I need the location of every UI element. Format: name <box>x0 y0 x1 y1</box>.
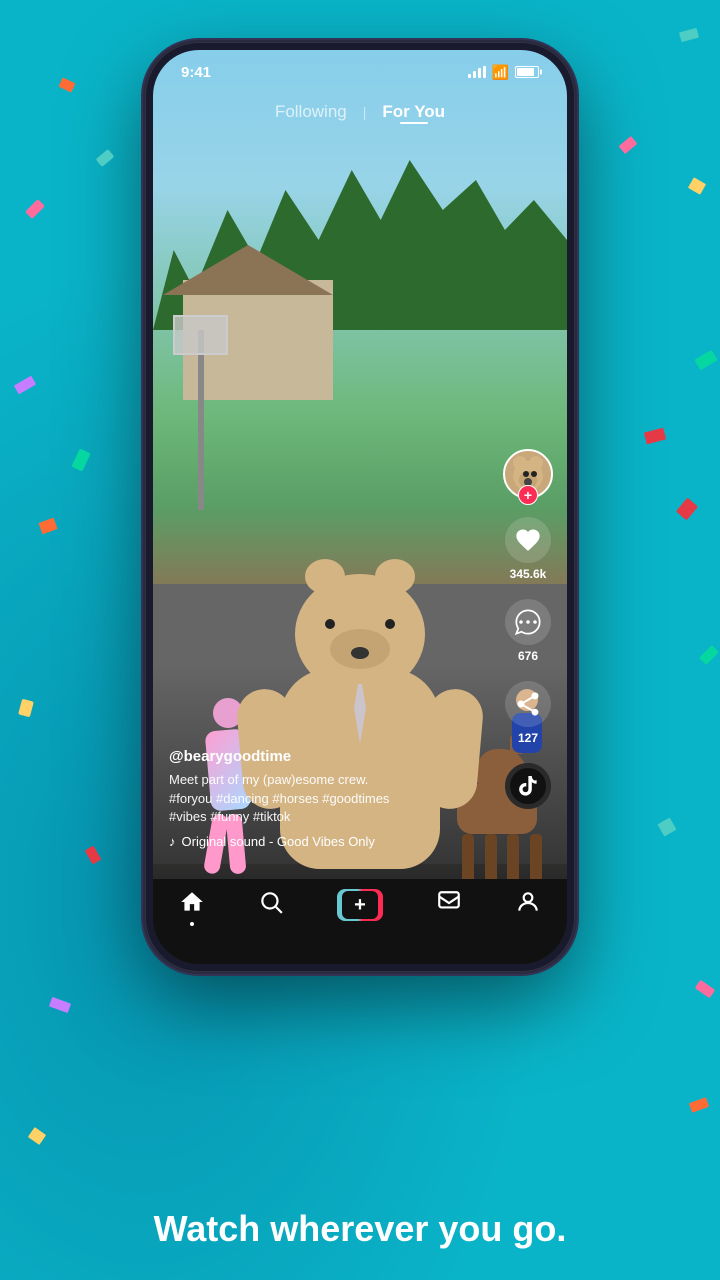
magnifier-icon <box>258 889 284 915</box>
chat-icon <box>436 889 462 915</box>
like-icon <box>505 517 551 563</box>
basketball-pole <box>198 330 204 510</box>
marketing-tagline: Watch wherever you go. <box>0 1208 720 1250</box>
for-you-tab[interactable]: For You <box>382 102 445 121</box>
follow-button[interactable]: + <box>518 485 538 505</box>
following-tab-wrap[interactable]: Following <box>275 102 347 122</box>
signal-bar-2 <box>473 71 476 78</box>
top-tab-bar: Following | For You <box>153 94 567 130</box>
creator-avatar-wrap[interactable]: + <box>503 449 553 499</box>
person-icon <box>515 889 541 915</box>
video-info-panel: @bearygoodtime Meet part of my (paw)esom… <box>169 748 497 849</box>
like-button[interactable]: 345.6k <box>505 517 551 581</box>
nav-profile[interactable] <box>515 889 541 920</box>
tiktok-music-icon <box>516 774 540 798</box>
heart-icon <box>514 526 542 554</box>
signal-bar-4 <box>483 66 486 78</box>
battery-icon <box>515 66 539 78</box>
search-icon <box>258 889 284 920</box>
signal-bar-1 <box>468 74 471 78</box>
share-button[interactable]: 127 <box>505 681 551 745</box>
video-caption: Meet part of my (paw)esome crew. #foryou… <box>169 771 497 826</box>
bottom-navigation: + <box>153 879 567 964</box>
nav-home[interactable] <box>179 889 205 920</box>
home-active-dot <box>190 922 194 926</box>
bear-nose <box>351 647 369 659</box>
plus-icon: + <box>354 894 366 917</box>
bear-eye-left <box>325 619 335 629</box>
signal-icon <box>468 66 486 78</box>
house-icon <box>179 889 205 915</box>
share-icon <box>505 681 551 727</box>
forward-arrow-icon <box>514 690 542 718</box>
profile-icon <box>515 889 541 920</box>
nav-search[interactable] <box>258 889 284 920</box>
signal-bar-3 <box>478 68 481 78</box>
like-count: 345.6k <box>510 567 547 581</box>
basketball-board <box>173 315 228 355</box>
comment-button[interactable]: 676 <box>505 599 551 663</box>
creator-username[interactable]: @bearygoodtime <box>169 748 497 765</box>
for-you-tab-wrap[interactable]: For You <box>382 102 445 122</box>
nav-messages[interactable] <box>436 889 462 920</box>
comment-icon <box>505 599 551 645</box>
music-disc[interactable] <box>505 763 551 809</box>
status-icons: 📶 <box>468 64 539 81</box>
create-button[interactable]: + <box>337 889 383 921</box>
sound-name: Original sound - Good Vibes Only <box>182 834 375 849</box>
phone-frame: 9:41 📶 Following | For You <box>145 42 575 972</box>
music-note-icon: ♪ <box>169 834 176 849</box>
messages-icon <box>436 889 462 920</box>
comment-count: 676 <box>518 649 538 663</box>
house-roof-decoration <box>163 245 333 295</box>
bear-eye-right <box>385 619 395 629</box>
following-tab[interactable]: Following <box>275 102 347 121</box>
phone-screen: 9:41 📶 Following | For You <box>153 50 567 964</box>
battery-fill <box>517 68 534 76</box>
right-action-panel: + 345.6k <box>503 449 553 809</box>
share-count: 127 <box>518 731 538 745</box>
wifi-icon: 📶 <box>492 64 509 81</box>
speech-bubble-icon <box>514 608 542 636</box>
status-time: 9:41 <box>181 64 211 81</box>
sound-info[interactable]: ♪ Original sound - Good Vibes Only <box>169 834 497 849</box>
tab-divider: | <box>363 104 367 120</box>
home-icon <box>179 889 205 920</box>
nav-create[interactable]: + <box>337 889 383 921</box>
tab-active-indicator <box>400 122 428 124</box>
status-bar: 9:41 📶 <box>153 50 567 94</box>
